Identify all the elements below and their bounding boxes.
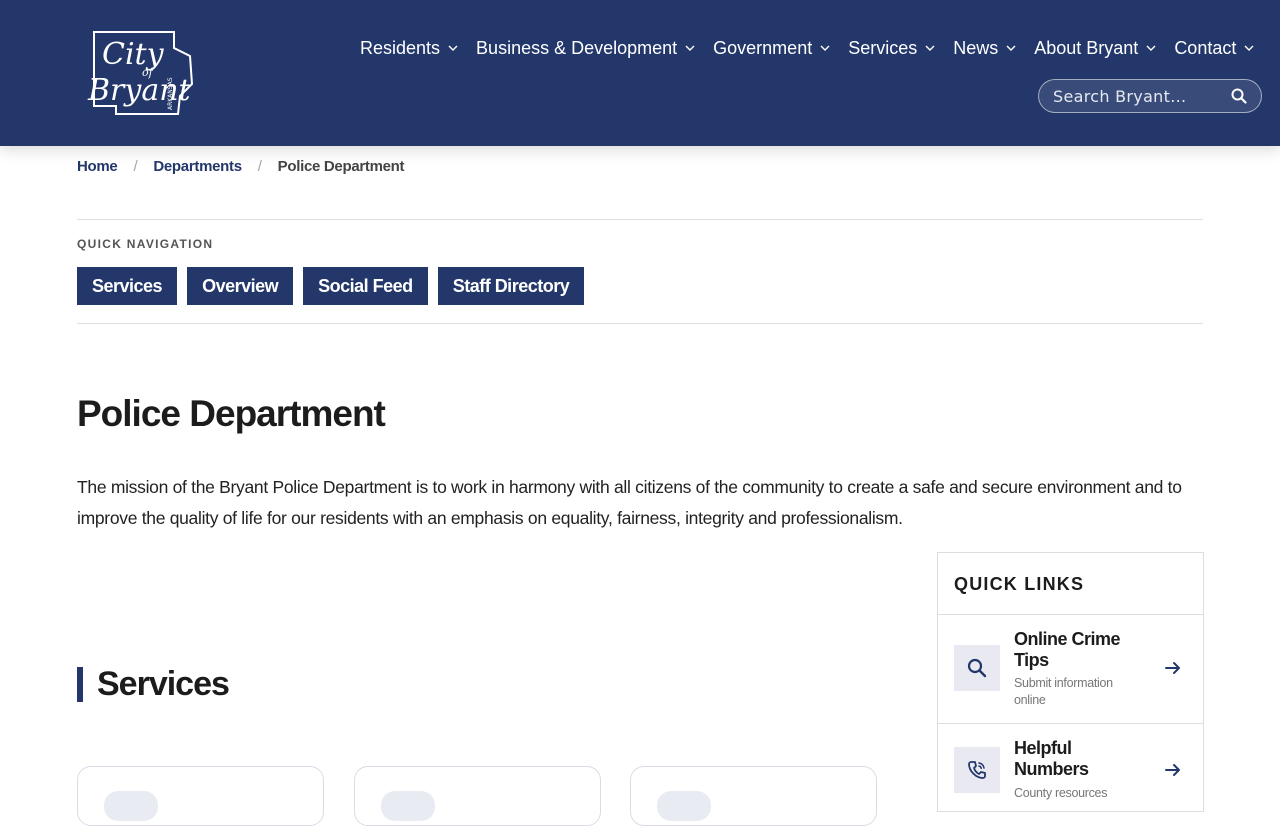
- quick-nav-label: QUICK NAVIGATION: [77, 237, 214, 251]
- quick-link-desc: Submit information online: [1014, 676, 1113, 707]
- service-card-icon: [381, 791, 435, 821]
- nav-residents[interactable]: Residents: [352, 36, 468, 60]
- chevron-down-icon: [1006, 45, 1016, 51]
- search-box: [1038, 79, 1262, 113]
- quick-nav-services-button[interactable]: Services: [77, 267, 178, 305]
- quick-nav-overview-button[interactable]: Overview: [187, 267, 294, 305]
- site-header: City of Bryant ARKANSAS Residents Busine…: [0, 0, 1280, 146]
- breadcrumb-current: Police Department: [277, 158, 405, 175]
- svg-text:City: City: [102, 37, 165, 72]
- chevron-down-icon: [448, 45, 458, 51]
- quick-links-title: QUICK LINKS: [954, 574, 1085, 594]
- services-heading: Services: [77, 667, 230, 702]
- service-card[interactable]: [630, 766, 877, 826]
- nav-services[interactable]: Services: [840, 36, 945, 60]
- service-card[interactable]: [354, 766, 601, 826]
- quick-nav-staff-directory-button[interactable]: Staff Directory: [437, 267, 585, 305]
- main-nav: Residents Business & Development Governm…: [352, 36, 1264, 60]
- divider: [77, 323, 1203, 324]
- svg-text:ARKANSAS: ARKANSAS: [167, 77, 174, 110]
- chevron-down-icon: [925, 45, 935, 51]
- search-icon[interactable]: [1231, 88, 1247, 104]
- page-title: Police Department: [77, 393, 386, 434]
- quick-link-name: Helpful Numbers: [1014, 738, 1089, 779]
- nav-contact[interactable]: Contact: [1166, 36, 1264, 60]
- service-card-icon: [104, 791, 158, 821]
- chevron-down-icon: [685, 45, 695, 51]
- breadcrumb-separator: /: [133, 158, 138, 175]
- search-input[interactable]: [1053, 86, 1223, 106]
- arrow-right-icon: [1165, 764, 1180, 776]
- quick-link-online-crime-tips[interactable]: Online Crime Tips Submit information onl…: [938, 615, 1203, 723]
- arrow-right-icon: [1165, 662, 1180, 674]
- svg-text:Bryant: Bryant: [87, 73, 192, 108]
- divider: [77, 219, 1203, 220]
- breadcrumb-separator: /: [257, 158, 262, 175]
- quick-links-panel: QUICK LINKS Online Crime Tips Submit inf…: [937, 552, 1204, 812]
- breadcrumb: Home / Departments / Police Department: [77, 158, 405, 175]
- chevron-down-icon: [820, 45, 830, 51]
- nav-government[interactable]: Government: [705, 36, 840, 60]
- city-logo[interactable]: City of Bryant ARKANSAS: [80, 26, 196, 118]
- nav-business-development[interactable]: Business & Development: [468, 36, 705, 60]
- service-card[interactable]: [77, 766, 324, 826]
- chevron-down-icon: [1244, 45, 1254, 51]
- breadcrumb-departments[interactable]: Departments: [153, 158, 242, 175]
- search-icon: [954, 645, 1000, 691]
- phone-icon: [954, 747, 1000, 793]
- service-card-icon: [657, 791, 711, 821]
- quick-link-name: Online Crime Tips: [1014, 629, 1121, 670]
- chevron-down-icon: [1146, 45, 1156, 51]
- mission-statement: The mission of the Bryant Police Departm…: [77, 477, 1182, 528]
- quick-link-helpful-numbers[interactable]: Helpful Numbers County resources: [938, 724, 1203, 832]
- quick-nav-social-feed-button[interactable]: Social Feed: [303, 267, 428, 305]
- nav-news[interactable]: News: [945, 36, 1026, 60]
- breadcrumb-home[interactable]: Home: [77, 158, 118, 175]
- quick-nav: Services Overview Social Feed Staff Dire…: [77, 267, 585, 305]
- nav-about-bryant[interactable]: About Bryant: [1026, 36, 1166, 60]
- quick-link-desc: County resources: [1014, 786, 1108, 800]
